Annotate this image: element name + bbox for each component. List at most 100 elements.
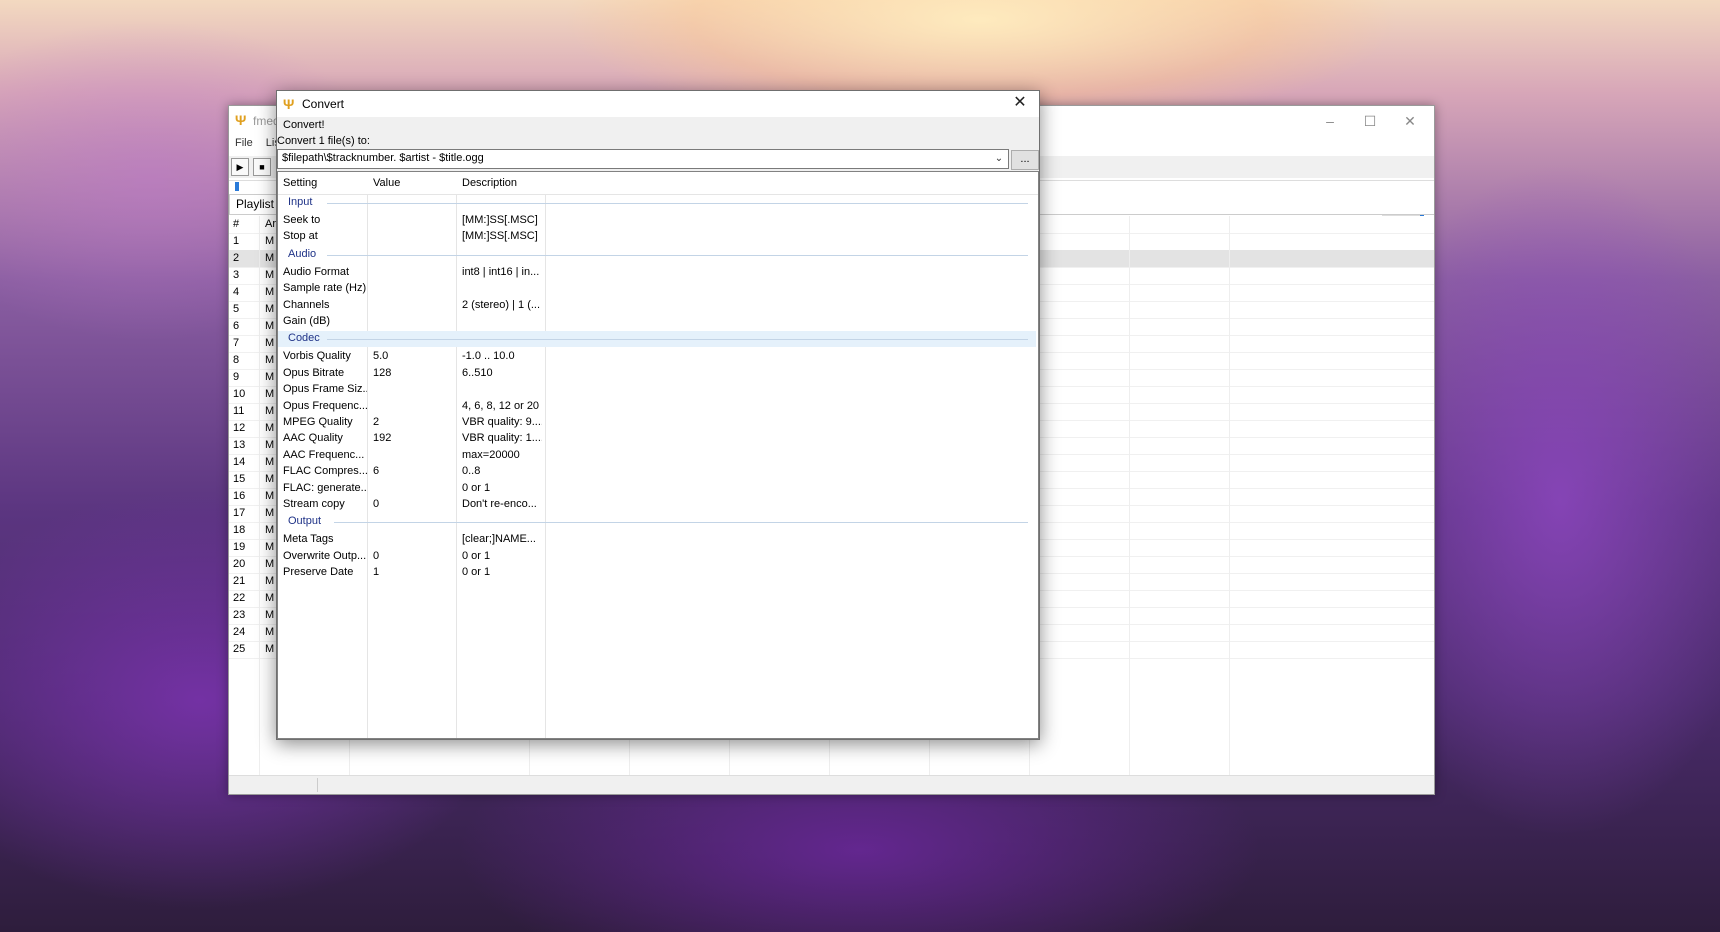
play-button[interactable]: ▶: [231, 158, 249, 176]
setting-name: Gain (dB): [283, 315, 331, 327]
chevron-down-icon[interactable]: ⌄: [992, 151, 1006, 167]
row-artist: M: [265, 354, 275, 366]
setting-row[interactable]: AAC Frequenc... max=20000: [278, 447, 1036, 465]
row-artist: M: [265, 303, 275, 315]
setting-description: -1.0 .. 10.0: [462, 350, 515, 363]
setting-row[interactable]: Overwrite Outp... 0 0 or 1: [278, 548, 1036, 566]
stop-button[interactable]: ■: [253, 158, 271, 176]
setting-name: Opus Frame Siz...: [283, 383, 367, 396]
settings-grid: Setting Value Description Input Seek to [M…: [277, 171, 1039, 739]
setting-description: VBR quality: 9....: [462, 416, 542, 428]
setting-row[interactable]: Channels 2 (stereo) | 1 (...: [278, 297, 1036, 315]
row-number: 9: [233, 371, 240, 383]
row-number: 11: [233, 405, 245, 417]
setting-value[interactable]: 2: [373, 416, 453, 428]
group-label: Input: [288, 196, 313, 208]
setting-row[interactable]: Meta Tags [clear;]NAME...: [278, 531, 1036, 549]
row-number: 10: [233, 388, 246, 400]
minimize-icon[interactable]: –: [1310, 106, 1350, 136]
setting-description: [clear;]NAME...: [462, 533, 536, 546]
play-icon: ▶: [236, 162, 244, 172]
row-number: 6: [233, 320, 240, 332]
setting-row[interactable]: Sample rate (Hz): [278, 280, 1036, 298]
setting-name: Opus Bitrate: [283, 366, 345, 379]
group-header-audio[interactable]: Audio: [278, 247, 1036, 263]
setting-row[interactable]: Opus Bitrate 128 6..510: [278, 365, 1036, 383]
setting-row[interactable]: Gain (dB): [278, 313, 1036, 331]
setting-row[interactable]: FLAC Compres... 6 0..8: [278, 463, 1036, 481]
setting-value[interactable]: 0: [373, 498, 453, 510]
setting-description: int8 | int16 | in...: [462, 265, 540, 278]
row-artist: M: [265, 507, 275, 519]
setting-value[interactable]: 0: [373, 550, 453, 562]
setting-value[interactable]: 192: [373, 432, 453, 444]
dialog-close-icon[interactable]: ✕: [1005, 91, 1035, 117]
column-header-setting[interactable]: Setting: [283, 177, 317, 189]
close-icon[interactable]: ✕: [1390, 106, 1430, 136]
setting-name: Preserve Date: [283, 566, 354, 579]
group-header-input[interactable]: Input: [278, 195, 1036, 211]
row-artist: M: [265, 320, 275, 332]
setting-description: 6..510: [462, 366, 493, 379]
output-path-value[interactable]: $filepath\$tracknumber. $artist - $title…: [282, 152, 484, 164]
column-header-description[interactable]: Description: [462, 177, 517, 189]
group-divider: [327, 254, 1028, 256]
setting-name: Opus Frequenc...: [283, 399, 367, 412]
row-artist: M: [265, 405, 275, 417]
setting-value[interactable]: 5.0: [373, 350, 453, 362]
dialog-title: Convert: [302, 97, 345, 111]
setting-name: Overwrite Outp...: [283, 549, 367, 562]
menu-file[interactable]: File: [235, 137, 253, 149]
column-divider: [1129, 216, 1130, 781]
setting-description: 4, 6, 8, 12 or 20: [462, 399, 540, 412]
setting-row[interactable]: Audio Format int8 | int16 | in...: [278, 264, 1036, 282]
column-header-value[interactable]: Value: [373, 177, 400, 189]
column-divider: [259, 216, 260, 781]
convert-dialog: Ψ Convert ✕ Convert! Convert 1 file(s) t…: [276, 90, 1040, 740]
row-artist: M: [265, 269, 275, 281]
setting-value[interactable]: 6: [373, 465, 453, 477]
setting-row[interactable]: Preserve Date 1 0 or 1: [278, 564, 1036, 582]
setting-row[interactable]: MPEG Quality 2 VBR quality: 9....: [278, 414, 1036, 432]
row-artist: M: [265, 235, 275, 247]
setting-row[interactable]: Opus Frame Siz...: [278, 381, 1036, 399]
group-header-output[interactable]: Output: [278, 514, 1036, 530]
column-divider: [1229, 216, 1230, 781]
setting-row[interactable]: FLAC: generate... 0 or 1: [278, 480, 1036, 498]
row-artist: M: [265, 626, 275, 638]
seek-thumb[interactable]: [235, 182, 239, 191]
group-label: Audio: [288, 247, 317, 260]
convert-label: Convert 1 file(s) to:: [277, 135, 370, 147]
output-path-combo[interactable]: $filepath\$tracknumber. $artist - $title…: [277, 149, 1009, 169]
setting-value[interactable]: 1: [373, 566, 453, 578]
setting-description: max=20000: [462, 448, 520, 461]
setting-name: Stream copy: [283, 498, 345, 510]
setting-name: Vorbis Quality: [283, 350, 351, 363]
row-artist: M: [265, 643, 275, 655]
group-label: Output: [288, 515, 322, 528]
row-number: 14: [233, 456, 246, 468]
setting-row[interactable]: Opus Frequenc... 4, 6, 8, 12 or 20: [278, 398, 1036, 416]
row-number: 17: [233, 507, 246, 519]
setting-row[interactable]: Seek to [MM:]SS[.MSC]: [278, 212, 1036, 230]
setting-name: Audio Format: [283, 265, 350, 278]
row-number: 7: [233, 337, 240, 349]
convert-menu[interactable]: Convert!: [283, 119, 325, 131]
maximize-icon[interactable]: ☐: [1350, 106, 1390, 136]
group-header-codec[interactable]: Codec: [278, 331, 1036, 348]
setting-name: Meta Tags: [283, 533, 334, 546]
setting-row[interactable]: AAC Quality 192 VBR quality: 1....: [278, 430, 1036, 448]
row-number: 16: [233, 490, 246, 502]
tab-playlist[interactable]: Playlist: [229, 194, 282, 214]
fmedia-logo-icon: Ψ: [235, 112, 247, 128]
setting-value[interactable]: 128: [373, 367, 453, 379]
setting-description: [MM:]SS[.MSC]: [462, 214, 538, 226]
row-artist: M: [265, 286, 275, 298]
row-artist: M: [265, 371, 275, 383]
browse-button[interactable]: ...: [1011, 150, 1039, 170]
column-header-artist[interactable]: Ar: [265, 218, 276, 230]
setting-row[interactable]: Stop at [MM:]SS[.MSC]: [278, 228, 1036, 246]
setting-row[interactable]: Vorbis Quality 5.0 -1.0 .. 10.0: [278, 348, 1036, 366]
setting-row[interactable]: Stream copy 0 Don't re-enco...: [278, 496, 1036, 514]
column-header-num[interactable]: #: [233, 218, 239, 230]
